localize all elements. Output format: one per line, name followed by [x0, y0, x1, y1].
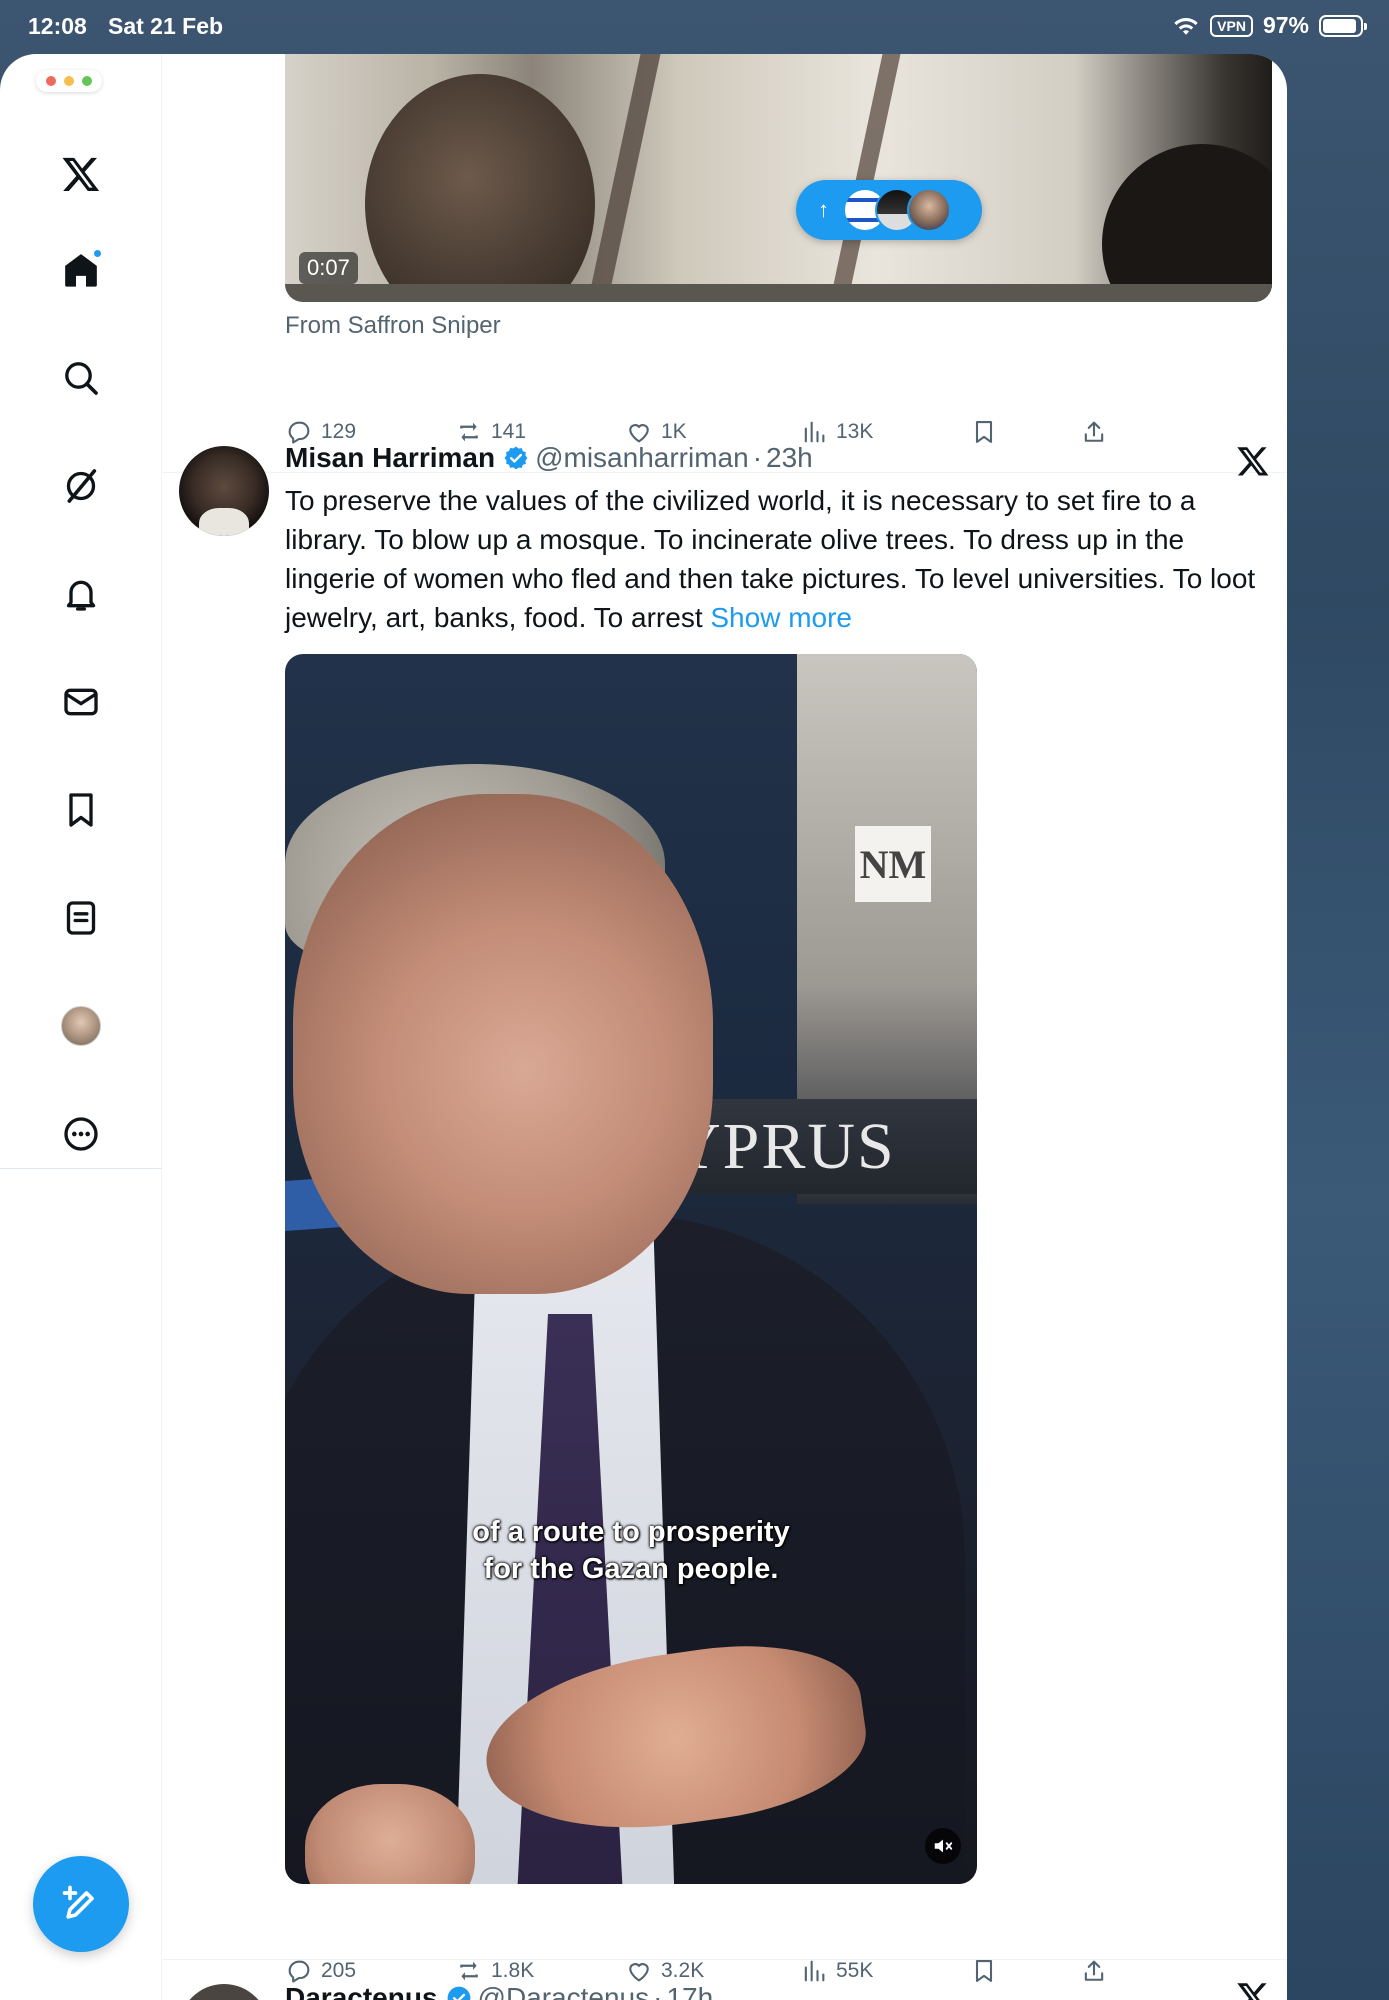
vpn-badge: VPN	[1210, 14, 1253, 37]
previous-post-video[interactable]: 0:07	[285, 54, 1272, 302]
app-window: 0:07 ↑ From Saffron Sniper 129 141 1K 13…	[0, 54, 1287, 2000]
wifi-icon	[1174, 17, 1198, 35]
maximize-dot[interactable]	[82, 76, 92, 86]
views-button[interactable]: 55K	[800, 1957, 970, 1985]
repost-button[interactable]: 1.8K	[455, 1957, 625, 1985]
compose-icon	[62, 1885, 94, 1919]
author-name[interactable]: Misan Harriman	[285, 442, 495, 474]
profile-avatar[interactable]	[57, 1002, 105, 1050]
video-watermark-logo: NM	[855, 826, 931, 902]
new-posts-button[interactable]: ↑	[796, 180, 982, 240]
arrow-up-icon: ↑	[818, 197, 829, 222]
minimize-dot[interactable]	[64, 76, 74, 86]
timeline: 0:07 ↑ From Saffron Sniper 129 141 1K 13…	[163, 54, 1287, 2000]
post-header: Misan Harriman @misanharriman · 23h	[285, 442, 813, 474]
header-separator: ·	[752, 442, 763, 473]
video-sign-text: YPRUS	[667, 1099, 977, 1194]
caption-line: for the Gazan people.	[483, 1553, 779, 1585]
mail-icon[interactable]	[57, 678, 105, 726]
bookmark-icon	[975, 1960, 993, 1982]
video-caption: of a route to prosperity for the Gazan p…	[285, 1514, 977, 1588]
bookmark-icon[interactable]	[57, 786, 105, 834]
home-notification-dot	[92, 248, 103, 259]
post-time[interactable]: 23h	[766, 442, 813, 474]
sidebar	[0, 54, 162, 2000]
battery-percent: 97%	[1262, 12, 1309, 38]
next-post-header: Daractenus @Daractenus · 17h	[285, 1982, 713, 2000]
mute-icon	[934, 1839, 953, 1853]
new-post-avatar	[907, 188, 951, 232]
grok-icon[interactable]	[57, 462, 105, 510]
share-icon	[1084, 1960, 1104, 1981]
reply-icon	[288, 1960, 310, 1983]
bookmark-icon	[975, 421, 993, 443]
post-actions: 205 1.8K 3.2K 55K	[285, 1957, 1108, 1985]
status-date: Sat 21 Feb	[108, 13, 224, 39]
header-separator: ·	[653, 1982, 663, 2000]
author-handle[interactable]: @misanharriman	[535, 442, 749, 474]
video-duration: 0:07	[299, 252, 358, 284]
bookmark-button[interactable]	[970, 418, 1080, 446]
view-count: 55K	[836, 1959, 874, 1982]
repost-icon	[460, 1961, 478, 1981]
battery-icon	[1319, 14, 1367, 37]
verified-badge-icon	[504, 446, 528, 470]
post-video[interactable]: YPRUS NM of a route to prosperity for th…	[285, 654, 977, 1884]
mute-button[interactable]	[925, 1828, 961, 1864]
lists-icon[interactable]	[57, 894, 105, 942]
home-icon[interactable]	[57, 246, 105, 294]
post-author-avatar[interactable]	[179, 446, 269, 536]
views-icon	[804, 1960, 825, 1982]
repost-count: 1.8K	[491, 1959, 535, 1982]
reply-count: 129	[321, 420, 357, 443]
sidebar-divider	[0, 1168, 162, 1169]
post-divider	[163, 1959, 1287, 1960]
status-bar: 12:08 Sat 21 Feb VPN 97%	[0, 0, 1389, 54]
author-name[interactable]: Daractenus	[285, 1982, 438, 2000]
search-icon[interactable]	[57, 354, 105, 402]
like-button[interactable]: 3.2K	[625, 1957, 800, 1985]
post-text: To preserve the values of the civilized …	[285, 481, 1265, 637]
reply-button[interactable]: 205	[285, 1957, 455, 1985]
x-logo-icon[interactable]	[1236, 444, 1270, 478]
reply-count: 205	[321, 1959, 357, 1982]
close-dot[interactable]	[46, 76, 56, 86]
share-icon	[1084, 421, 1104, 442]
bell-icon[interactable]	[57, 570, 105, 618]
share-button[interactable]	[1080, 418, 1108, 446]
window-controls[interactable]	[36, 70, 102, 92]
bookmark-button[interactable]	[970, 1957, 1080, 1985]
author-handle[interactable]: @Daractenus	[478, 1982, 650, 2000]
repost-count: 141	[491, 420, 527, 443]
video-source-link[interactable]: From Saffron Sniper	[285, 312, 501, 340]
like-count: 1K	[661, 420, 687, 443]
show-more-link[interactable]: Show more	[710, 602, 852, 633]
more-icon[interactable]	[57, 1110, 105, 1158]
post-time[interactable]: 17h	[666, 1982, 713, 2000]
status-right: VPN 97%	[1172, 12, 1367, 39]
x-logo-icon[interactable]	[1236, 1980, 1270, 2000]
heart-icon	[629, 1963, 649, 1982]
views-button[interactable]: 13K	[800, 418, 970, 446]
x-logo-icon[interactable]	[57, 150, 105, 198]
video-progress-bar[interactable]	[285, 284, 1272, 302]
view-count: 13K	[836, 420, 874, 443]
status-time: 12:08	[28, 13, 87, 39]
share-button[interactable]	[1080, 1957, 1108, 1985]
like-count: 3.2K	[661, 1959, 705, 1982]
verified-badge-icon	[447, 1986, 470, 2000]
next-post-avatar[interactable]	[179, 1984, 269, 2000]
caption-line: of a route to prosperity	[472, 1516, 790, 1548]
compose-button[interactable]	[33, 1856, 129, 1952]
